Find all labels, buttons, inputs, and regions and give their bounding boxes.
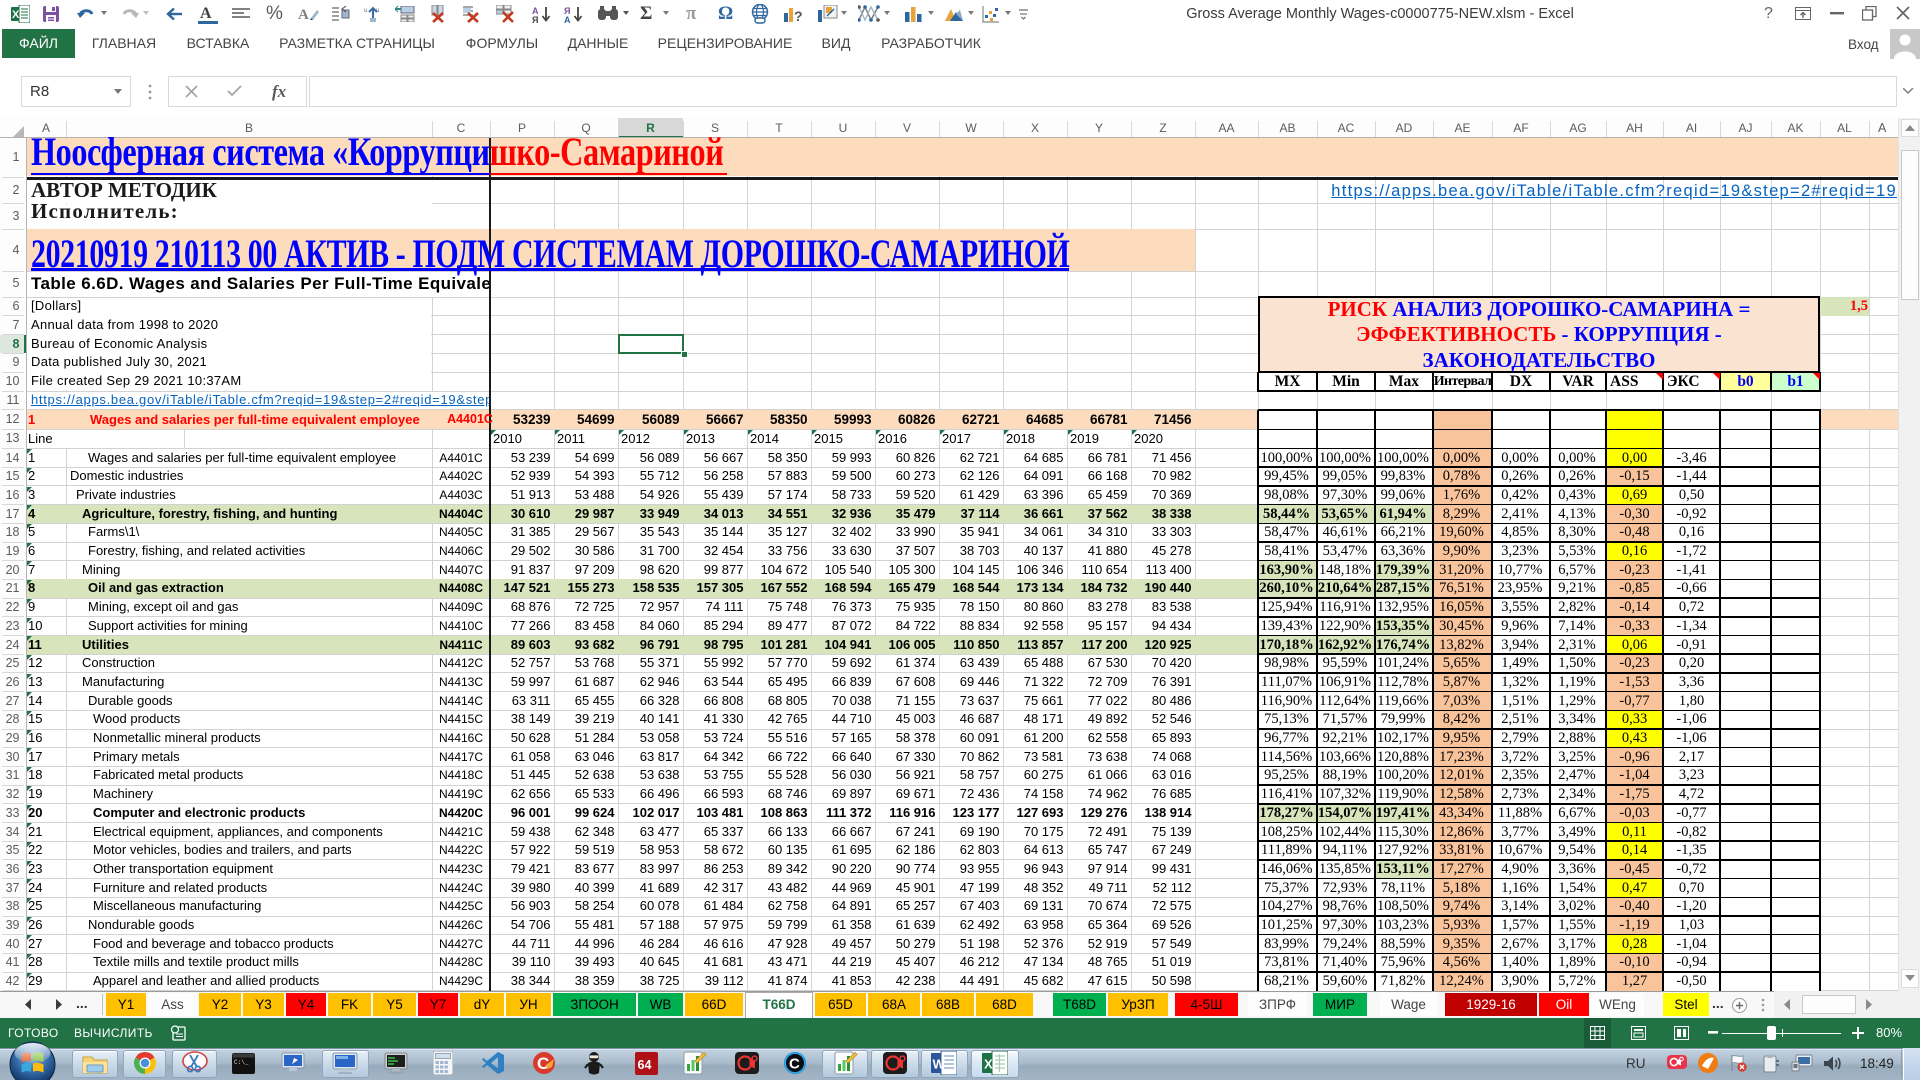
- svg-text:W: W: [933, 1057, 946, 1072]
- svg-text:C:\_: C:\_: [234, 1059, 249, 1066]
- svg-text:C: C: [789, 1056, 800, 1073]
- svg-text:64: 64: [637, 1058, 651, 1072]
- svg-text:u: u: [364, 8, 367, 14]
- svg-text:C: C: [537, 1054, 549, 1073]
- svg-text:?: ?: [794, 8, 803, 23]
- svg-text:Я: Я: [532, 15, 538, 24]
- svg-text:X: X: [984, 1057, 993, 1072]
- svg-text:А: А: [564, 15, 571, 24]
- svg-text:X: X: [12, 9, 20, 21]
